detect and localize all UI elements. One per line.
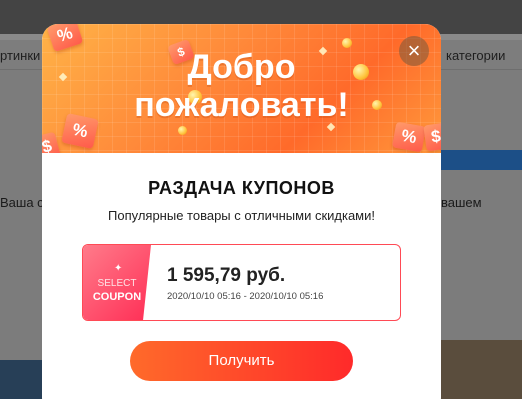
coupon-modal: % % $ $ % $ Добро пожаловать! × РАЗДАЧА … [42,24,441,399]
star-icon: ✦ [114,263,123,274]
background-banner-strip [440,150,522,170]
coupon-badge-label: COUPON [92,291,142,303]
coupon-badge-select: SELECT [97,278,137,289]
modal-heading: РАЗДАЧА КУПОНОВ [148,178,335,198]
welcome-title-line2: пожаловать! [134,86,349,124]
welcome-title: Добро пожаловать! [42,48,441,124]
welcome-title-line1: Добро [187,48,296,86]
coupon-badge: ✦ SELECT COUPON [83,245,151,320]
percent-tag-icon: % [391,121,427,153]
coupon-card[interactable]: ✦ SELECT COUPON 1 595,79 руб. 2020/10/10… [82,244,401,321]
coin-icon [342,38,352,48]
background-nav-item: ртинки [0,48,41,63]
background-nav-item-categories: категории [446,48,506,63]
dollar-tag-icon: $ [423,122,441,152]
coin-icon [178,126,187,135]
close-icon: × [407,38,421,63]
background-text-right: вашем [441,195,482,210]
coupon-amount: 1 595,79 руб. [167,265,286,286]
background-text-left: Ваша с [0,195,44,210]
coupon-validity: 2020/10/10 05:16 - 2020/10/10 05:16 [167,291,324,302]
get-coupon-button[interactable]: Получить [130,341,353,381]
background-image-right [440,340,522,399]
welcome-banner: % % $ $ % $ Добро пожаловать! [42,24,441,153]
background-image-left [0,360,42,399]
close-button[interactable]: × [399,36,429,66]
modal-subheading: Популярные товары с отличными скидками! [108,208,375,223]
